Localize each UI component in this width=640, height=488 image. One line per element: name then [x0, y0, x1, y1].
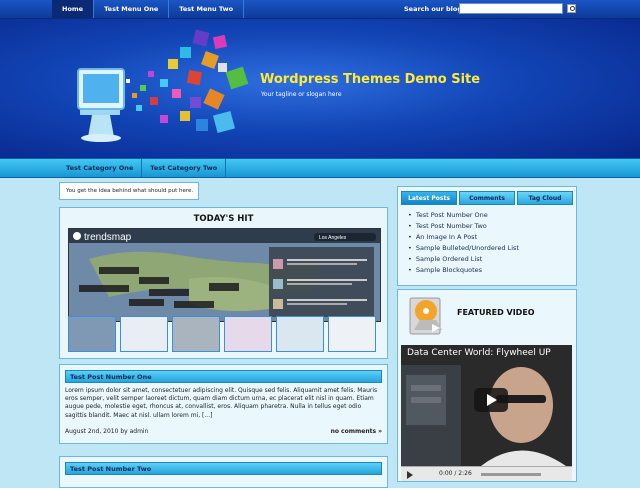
featured-video-box: FEATURED VIDEO Data Center World: Flywhe… — [397, 289, 577, 482]
post-comments-link[interactable]: no comments » — [331, 428, 382, 435]
todays-hit-box: TODAY'S HIT trendsmap Los Angeles — [59, 207, 388, 359]
thumbnail[interactable] — [68, 316, 116, 352]
todays-hit-screenshot[interactable]: trendsmap Los Angeles — [68, 228, 381, 322]
thumbnail[interactable] — [276, 316, 324, 352]
post-title[interactable]: Test Post Number One — [70, 371, 152, 383]
thumbnail[interactable] — [224, 316, 272, 352]
play-icon[interactable] — [474, 388, 508, 412]
latest-posts-list: Test Post Number One Test Post Number Tw… — [408, 210, 519, 276]
post-title[interactable]: Test Post Number Two — [70, 463, 151, 475]
post-excerpt: Lorem ipsum dolor sit amet, consectetuer… — [65, 387, 378, 419]
video-time: 0:00 / 2:26 — [439, 470, 472, 477]
site-title[interactable]: Wordpress Themes Demo Site — [260, 72, 480, 87]
notice-box: You get the idea behind what should put … — [59, 182, 199, 200]
thumbnail[interactable] — [172, 316, 220, 352]
top-menu-item-home[interactable]: Home — [52, 0, 95, 18]
trendsmap-logo-text: trendsmap — [84, 232, 132, 243]
search-button[interactable] — [567, 4, 576, 13]
latest-post-link[interactable]: Test Post Number Two — [408, 221, 519, 232]
play-control-icon[interactable] — [407, 471, 413, 479]
latest-post-link[interactable]: Test Post Number One — [408, 210, 519, 221]
latest-post-link[interactable]: Sample Blockquotes — [408, 265, 519, 276]
post: Test Post Number Two — [59, 456, 388, 488]
top-menu-item-test-menu-one[interactable]: Test Menu One — [94, 0, 170, 18]
post-header: Test Post Number Two — [65, 462, 382, 475]
site-header: Wordpress Themes Demo Site Your tagline … — [0, 19, 640, 158]
video-disc-icon — [409, 297, 442, 335]
latest-post-link[interactable]: Sample Bulleted/Unordered List — [408, 243, 519, 254]
tab-latest-posts[interactable]: Latest Posts — [401, 191, 457, 205]
latest-post-link[interactable]: An Image In A Post — [408, 232, 519, 243]
todays-hit-title: TODAY'S HIT — [193, 214, 254, 224]
site-tagline: Your tagline or slogan here — [261, 91, 342, 98]
top-menu-item-test-menu-two[interactable]: Test Menu Two — [169, 0, 245, 18]
video-controls: 0:00 / 2:26 — [401, 466, 572, 481]
top-menu: Home Test Menu One Test Menu Two — [52, 0, 245, 18]
post-meta: August 2nd, 2010 by admin — [65, 428, 149, 435]
category-navigation-bar: Test Category One Test Category Two — [0, 158, 640, 178]
video-title[interactable]: Data Center World: Flywheel UP — [407, 348, 551, 358]
sidebar-tabs: Latest Posts Comments Tag Cloud — [401, 191, 573, 205]
monitor-cubes-logo — [77, 29, 249, 142]
post-header: Test Post Number One — [65, 370, 382, 383]
monitor-icon — [77, 68, 125, 142]
thumbnail[interactable] — [328, 316, 376, 352]
category-menu: Test Category One Test Category Two — [58, 159, 227, 177]
search-input[interactable] — [459, 3, 563, 14]
latest-post-link[interactable]: Sample Ordered List — [408, 254, 519, 265]
post: Test Post Number One Lorem ipsum dolor s… — [59, 364, 388, 444]
sidebar-tabs-box: Latest Posts Comments Tag Cloud Test Pos… — [397, 186, 577, 286]
video-progress-track[interactable] — [481, 473, 541, 476]
colorful-cubes — [126, 29, 249, 134]
trendsmap-screenshot: trendsmap Los Angeles — [69, 229, 380, 321]
location-label: Los Angeles — [319, 235, 347, 241]
featured-video-heading: FEATURED VIDEO — [457, 308, 535, 317]
tab-comments[interactable]: Comments — [459, 191, 515, 205]
category-item-test-category-one[interactable]: Test Category One — [58, 159, 143, 177]
video-player[interactable]: Data Center World: Flywheel UP 0:00 / 2:… — [401, 345, 572, 481]
top-navigation-bar: Home Test Menu One Test Menu Two Search … — [0, 0, 640, 19]
search-label: Search our blog — [404, 5, 462, 13]
tab-tag-cloud[interactable]: Tag Cloud — [517, 191, 573, 205]
category-item-test-category-two[interactable]: Test Category Two — [142, 159, 227, 177]
thumbnail[interactable] — [120, 316, 168, 352]
todays-hit-thumbnails — [68, 316, 376, 352]
